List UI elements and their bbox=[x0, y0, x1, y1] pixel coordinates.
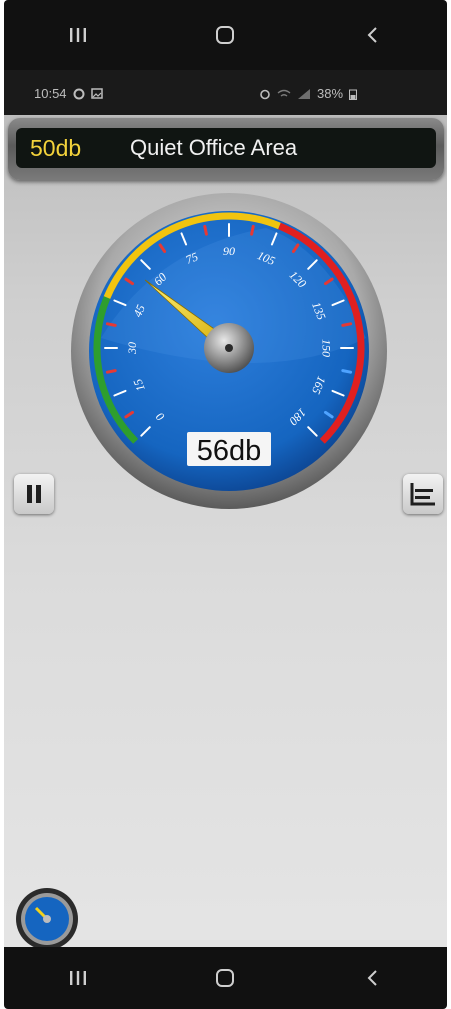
recents-button-bottom[interactable] bbox=[48, 958, 108, 998]
gauge-minor-tick bbox=[203, 224, 208, 236]
battery-percent: 38% bbox=[317, 86, 344, 101]
back-button[interactable] bbox=[343, 15, 403, 55]
app-window: 10:54 38% 50db Quiet Office Area 0 15 30… bbox=[4, 0, 447, 1009]
header-bar: 50db Quiet Office Area bbox=[8, 118, 444, 180]
back-icon bbox=[367, 27, 377, 43]
bottom-nav-bar bbox=[4, 947, 447, 1009]
image-icon bbox=[90, 88, 103, 99]
home-icon bbox=[216, 26, 235, 44]
top-nav-bar bbox=[4, 0, 447, 70]
gauge-tick-label: 90 bbox=[223, 244, 235, 258]
sound-meter-gauge: 01530456075 90 105120135150165180 56db bbox=[71, 193, 387, 509]
header-display: 50db Quiet Office Area bbox=[16, 128, 436, 168]
battery-icon bbox=[349, 89, 358, 100]
sync-icon bbox=[73, 88, 85, 99]
mini-gauge-button[interactable] bbox=[14, 886, 80, 952]
gauge-minor-tick bbox=[105, 322, 117, 327]
wifi-icon bbox=[277, 89, 291, 97]
gauge-minor-tick bbox=[105, 369, 117, 374]
gauge-hub-center bbox=[225, 344, 233, 352]
gauge-minor-tick bbox=[341, 322, 353, 327]
chart-button[interactable] bbox=[403, 474, 443, 514]
home-button[interactable] bbox=[195, 15, 255, 55]
current-db-value: 50db bbox=[30, 134, 82, 161]
back-button-bottom[interactable] bbox=[343, 958, 403, 998]
signal-icon bbox=[298, 88, 310, 99]
pause-icon bbox=[27, 485, 41, 503]
home-icon bbox=[216, 969, 235, 987]
gauge-tick-label: 30 bbox=[125, 342, 139, 355]
pause-button[interactable] bbox=[14, 474, 54, 514]
gauge-minor-tick bbox=[250, 224, 255, 236]
alarm-icon bbox=[260, 89, 270, 99]
noise-area-label: Quiet Office Area bbox=[130, 135, 298, 160]
chart-icon bbox=[410, 483, 435, 506]
status-time: 10:54 bbox=[34, 86, 67, 101]
recents-icon bbox=[69, 28, 86, 42]
status-bar: 10:54 38% bbox=[4, 70, 447, 115]
mini-gauge-hub bbox=[43, 915, 51, 923]
recents-icon bbox=[69, 971, 86, 985]
recents-button[interactable] bbox=[48, 15, 108, 55]
back-icon bbox=[367, 970, 377, 986]
gauge-reading: 56db bbox=[197, 435, 262, 467]
home-button-bottom[interactable] bbox=[195, 958, 255, 998]
gauge-tick-label: 150 bbox=[319, 339, 333, 357]
gauge-minor-tick bbox=[341, 369, 353, 374]
